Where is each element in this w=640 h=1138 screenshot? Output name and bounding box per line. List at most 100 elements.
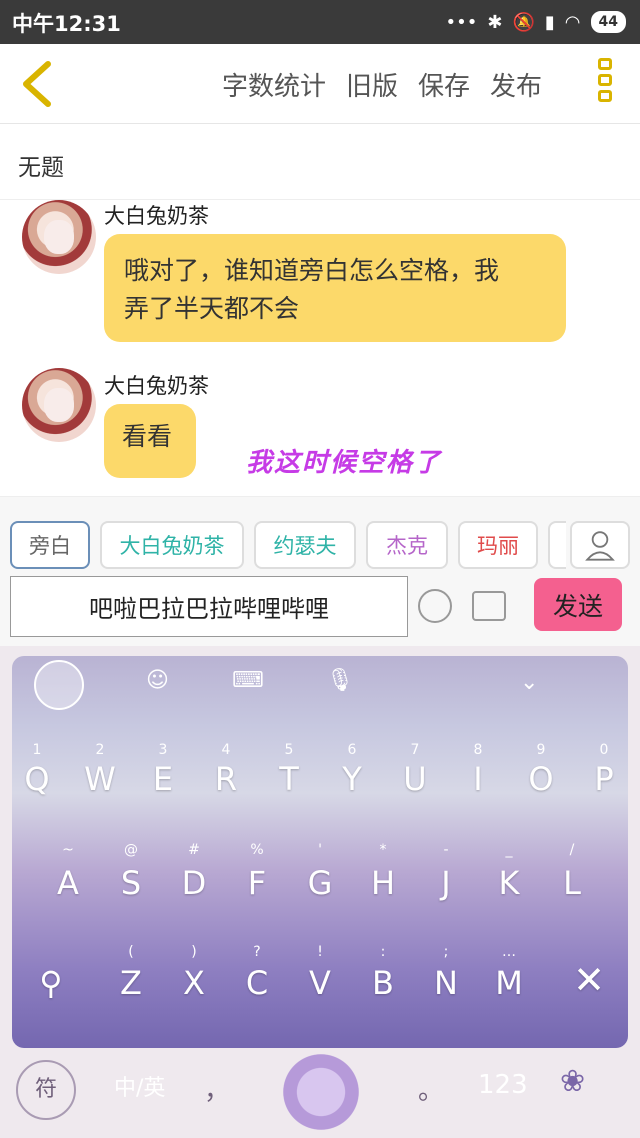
message-bubble[interactable]: 哦对了，谁知道旁白怎么空格，我 弄了半天都不会 — [104, 234, 566, 342]
key-hint: # — [188, 842, 200, 858]
key-i[interactable]: I — [455, 760, 501, 798]
key-hint: ! — [317, 944, 323, 960]
key-hint: ) — [191, 944, 197, 960]
search-key-icon[interactable]: ⚲ — [28, 964, 74, 1002]
key-hint: % — [250, 842, 264, 858]
avatar[interactable] — [22, 368, 96, 442]
back-arrow-icon[interactable] — [18, 58, 58, 110]
message-input-value: 吧啦巴拉巴拉哔哩哔哩 — [89, 595, 329, 623]
key-j[interactable]: J — [423, 864, 469, 902]
save-button[interactable]: 保存 — [418, 66, 470, 103]
composer: 旁白 大白兔奶茶 约瑟夫 杰克 玛丽 吧啦巴拉巴拉哔哩哔哩 发送 — [0, 496, 640, 646]
key-f[interactable]: F — [234, 864, 280, 902]
add-role-button[interactable] — [570, 521, 630, 569]
keyboard-tool-icon[interactable]: ⌨ — [232, 668, 264, 693]
key-p[interactable]: P — [581, 760, 627, 798]
key-a[interactable]: A — [45, 864, 91, 902]
word-count-button[interactable]: 字数统计 — [222, 66, 326, 103]
key-hint: 7 — [410, 742, 420, 758]
emoji-icon[interactable] — [418, 589, 452, 623]
key-n[interactable]: N — [423, 964, 469, 1002]
key-b[interactable]: B — [360, 964, 406, 1002]
role-chip[interactable]: 杰克 — [366, 521, 448, 569]
role-label: 大白兔奶茶 — [119, 534, 225, 558]
battery-icon: 44 — [590, 11, 626, 33]
key-z[interactable]: Z — [108, 964, 154, 1002]
key-hint: 9 — [536, 742, 546, 758]
avatar-tool-icon[interactable] — [34, 660, 84, 710]
more-dots-icon: ••• — [445, 11, 478, 33]
key-d[interactable]: D — [171, 864, 217, 902]
role-chip-partial[interactable] — [548, 521, 566, 569]
sender-name: 大白兔奶茶 — [104, 374, 209, 398]
key-m[interactable]: M — [486, 964, 532, 1002]
role-chip-narrator[interactable]: 旁白 — [10, 521, 90, 569]
document-title: 无题 — [18, 155, 64, 181]
key-hint: 3 — [158, 742, 168, 758]
key-o[interactable]: O — [518, 760, 564, 798]
key-k[interactable]: K — [486, 864, 532, 902]
key-v[interactable]: V — [297, 964, 343, 1002]
space-key[interactable] — [266, 1052, 376, 1132]
role-label: 玛丽 — [477, 534, 519, 558]
period-key[interactable]: 。 — [418, 1070, 444, 1107]
send-button[interactable]: 发送 — [534, 578, 622, 631]
message-bubble[interactable]: 看看 — [104, 404, 196, 478]
bluetooth-icon: ✱ — [487, 11, 503, 33]
key-hint: - — [443, 842, 449, 858]
role-label: 杰克 — [386, 534, 428, 558]
role-chip[interactable]: 大白兔奶茶 — [100, 521, 244, 569]
signal-icon: ▮ — [544, 11, 555, 33]
more-menu-icon[interactable] — [594, 58, 616, 110]
backspace-key-icon[interactable]: ✕ — [566, 958, 612, 1002]
key-h[interactable]: H — [360, 864, 406, 902]
microphone-icon[interactable]: 🎙 — [326, 668, 354, 693]
chat-area: 大白兔奶茶 哦对了，谁知道旁白怎么空格，我 弄了半天都不会 大白兔奶茶 看看 我… — [0, 200, 640, 496]
language-switch-key[interactable]: 中/英 — [114, 1070, 165, 1102]
key-hint: ~ — [62, 842, 74, 858]
publish-button[interactable]: 发布 — [490, 66, 542, 103]
avatar[interactable] — [22, 200, 96, 274]
key-y[interactable]: Y — [329, 760, 375, 798]
emoji-tool-icon[interactable]: ☺ — [146, 668, 169, 693]
role-chip[interactable]: 约瑟夫 — [254, 521, 356, 569]
app-header: 字数统计 旧版 保存 发布 — [0, 44, 640, 124]
role-chip[interactable]: 玛丽 — [458, 521, 538, 569]
key-q[interactable]: Q — [14, 760, 60, 798]
key-x[interactable]: X — [171, 964, 217, 1002]
symbol-key[interactable]: 符 — [16, 1060, 76, 1120]
key-hint: ' — [318, 842, 322, 858]
key-w[interactable]: W — [77, 760, 123, 798]
message-text-line: 哦对了，谁知道旁白怎么空格，我 — [124, 256, 500, 285]
comma-key[interactable]: ， — [204, 1070, 230, 1107]
key-hint: * — [379, 842, 387, 858]
key-hint: ? — [253, 944, 261, 960]
key-hint: … — [502, 944, 516, 960]
message-input[interactable]: 吧啦巴拉巴拉哔哩哔哩 — [10, 576, 408, 637]
key-hint: 6 — [347, 742, 357, 758]
key-e[interactable]: E — [140, 760, 186, 798]
key-r[interactable]: R — [203, 760, 249, 798]
key-hint: : — [380, 944, 386, 960]
key-hint: _ — [505, 842, 513, 858]
image-icon[interactable] — [472, 591, 506, 621]
status-icons: ••• ✱ 🔕 ▮ ◠ 44 — [446, 8, 626, 36]
key-g[interactable]: G — [297, 864, 343, 902]
document-title-bar[interactable]: 无题 — [0, 124, 640, 200]
collapse-keyboard-icon[interactable]: ⌄ — [520, 670, 538, 695]
old-version-button[interactable]: 旧版 — [346, 66, 398, 103]
key-t[interactable]: T — [266, 760, 312, 798]
key-s[interactable]: S — [108, 864, 154, 902]
mute-icon: 🔕 — [512, 11, 535, 33]
soft-keyboard: ☺ ⌨ 🎙 ⌄ 1 2 3 4 5 6 7 8 9 0 Q W E R T Y … — [0, 646, 640, 1138]
key-u[interactable]: U — [392, 760, 438, 798]
key-hint: 1 — [32, 742, 42, 758]
number-key[interactable]: 123 — [478, 1070, 528, 1100]
key-hint: / — [569, 842, 575, 858]
message-text-line: 弄了半天都不会 — [124, 294, 300, 323]
key-l[interactable]: L — [549, 864, 595, 902]
user-icon — [585, 531, 615, 561]
key-hint: 8 — [473, 742, 483, 758]
status-bar: 中午12:31 ••• ✱ 🔕 ▮ ◠ 44 — [0, 0, 640, 44]
key-c[interactable]: C — [234, 964, 280, 1002]
